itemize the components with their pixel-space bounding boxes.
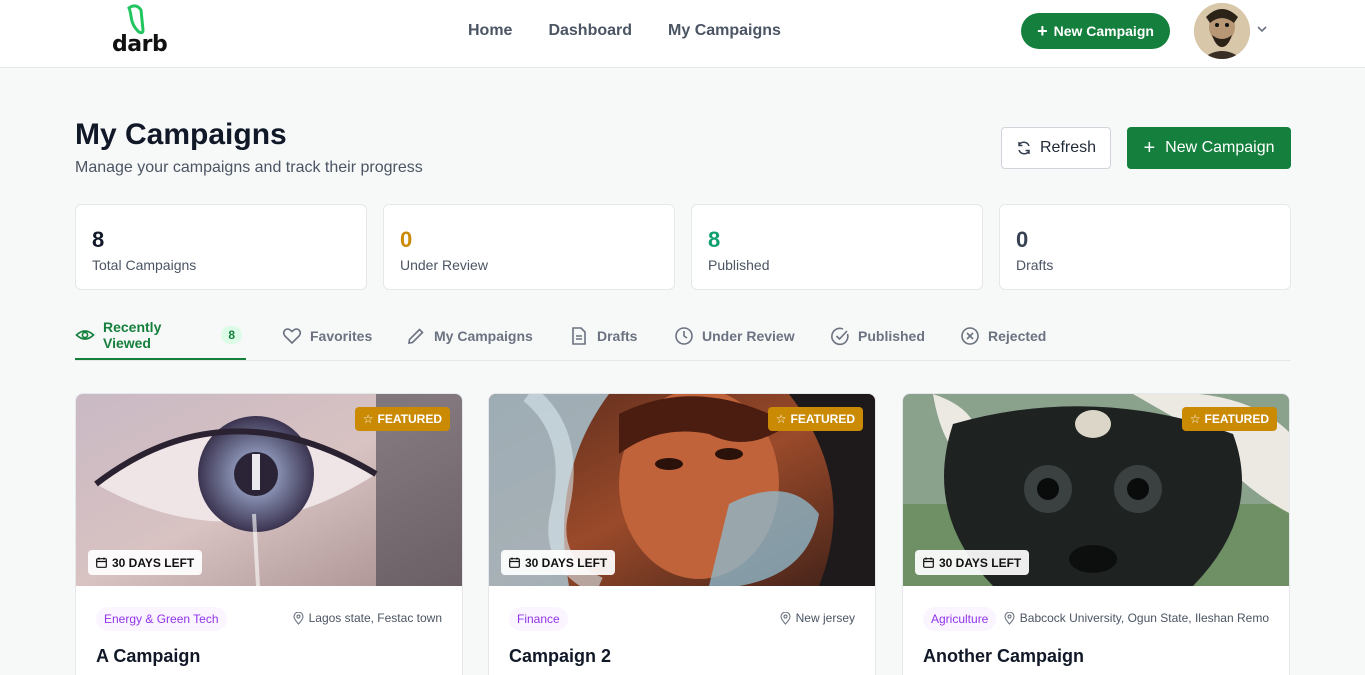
campaign-title[interactable]: A Campaign [96, 646, 200, 667]
pencil-icon [408, 328, 424, 344]
location: New jersey [780, 611, 855, 625]
location: Lagos state, Festac town [293, 611, 442, 625]
tab-label: Rejected [988, 328, 1047, 344]
calendar-icon [96, 557, 107, 568]
stat-label: Under Review [400, 257, 488, 273]
tab-label: Drafts [597, 328, 638, 344]
plus-icon: + [1037, 21, 1048, 41]
refresh-label: Refresh [1039, 139, 1097, 156]
stat-published: 8 Published [691, 204, 983, 290]
stat-value: 8 [708, 227, 721, 252]
header-new-campaign-label: New Campaign [1053, 23, 1154, 39]
featured-badge: ☆ FEATURED [354, 407, 450, 431]
user-avatar[interactable] [1194, 3, 1250, 59]
stat-label: Drafts [1016, 257, 1054, 273]
featured-badge: ☆ FEATURED [767, 407, 863, 431]
refresh-icon [1018, 141, 1030, 155]
stat-value: 0 [400, 227, 413, 252]
days-left-label: 30 DAYS LEFT [939, 555, 1022, 570]
featured-label: FEATURED [377, 412, 442, 426]
calendar-icon [509, 557, 520, 568]
nav-my-campaigns[interactable]: My Campaigns [668, 22, 781, 40]
days-left-badge: 30 DAYS LEFT [88, 550, 203, 575]
star-icon: ☆ [362, 412, 374, 426]
tab-label: Published [858, 328, 925, 344]
stat-label: Published [708, 257, 770, 273]
calendar-icon [923, 557, 934, 568]
stat-label: Total Campaigns [92, 257, 197, 273]
tab-my-campaigns[interactable]: My Campaigns [406, 312, 533, 360]
header-new-campaign-button[interactable]: + New Campaign [1021, 13, 1170, 49]
heart-icon [282, 328, 302, 345]
tab-label: My Campaigns [434, 328, 533, 344]
campaign-title[interactable]: Campaign 2 [509, 646, 611, 667]
document-icon [572, 327, 586, 345]
stat-under-review: 0 Under Review [383, 204, 675, 290]
category-tag[interactable]: Energy & Green Tech [96, 607, 227, 631]
stat-value: 0 [1016, 227, 1029, 252]
page-title: My Campaigns [75, 118, 287, 151]
new-campaign-label: New Campaign [1165, 139, 1275, 156]
stat-drafts: 0 Drafts [999, 204, 1291, 290]
star-icon: ☆ [775, 412, 787, 426]
location: Babcock University, Ogun State, Ileshan … [1004, 611, 1269, 625]
category-tag[interactable]: Agriculture [923, 607, 997, 631]
map-pin-icon [1004, 611, 1015, 625]
campaign-card[interactable]: ☆ FEATURED 30 DAYS LEFT Energy & Green T… [75, 393, 463, 675]
tab-count-badge: 8 [221, 326, 242, 344]
check-circle-icon [831, 327, 849, 346]
refresh-button[interactable]: Refresh [1001, 127, 1111, 169]
location-label: Lagos state, Festac town [308, 611, 442, 625]
tab-label: Favorites [310, 328, 373, 344]
stat-total-campaigns: 8 Total Campaigns [75, 204, 367, 290]
days-left-label: 30 DAYS LEFT [525, 555, 608, 570]
x-circle-icon [961, 327, 979, 345]
darb-logo[interactable]: darb [110, 4, 168, 57]
clock-icon [675, 327, 693, 345]
eye-icon [75, 330, 95, 340]
map-pin-icon [780, 611, 791, 625]
tab-under-review[interactable]: Under Review [674, 312, 795, 360]
star-icon: ☆ [1189, 412, 1201, 426]
plus-icon: + [1143, 137, 1156, 159]
campaign-title[interactable]: Another Campaign [923, 646, 1084, 667]
location-label: Babcock University, Ogun State, Ileshan … [1019, 611, 1269, 625]
campaign-card[interactable]: ☆ FEATURED 30 DAYS LEFT Finance New jers… [488, 393, 876, 675]
tab-label: Recently Viewed [103, 319, 162, 351]
avatar-image [1194, 3, 1250, 59]
map-pin-icon [293, 611, 304, 625]
tab-rejected[interactable]: Rejected [960, 312, 1046, 360]
new-campaign-button[interactable]: + New Campaign [1127, 127, 1291, 169]
location-label: New jersey [795, 611, 855, 625]
nav-home[interactable]: Home [468, 22, 512, 40]
tab-published[interactable]: Published [830, 312, 925, 360]
days-left-badge: 30 DAYS LEFT [501, 550, 616, 575]
logo-text: darb [112, 32, 168, 57]
days-left-label: 30 DAYS LEFT [112, 555, 195, 570]
tab-recently-viewed[interactable]: Recently Viewed 8 [75, 312, 246, 360]
campaign-card[interactable]: ☆ FEATURED 30 DAYS LEFT Agriculture Babc… [902, 393, 1290, 675]
campaign-tabs: Recently Viewed 8 Favorites My Campaigns… [75, 312, 1291, 361]
tab-label: Under Review [702, 328, 795, 344]
top-navbar: darb Home Dashboard My Campaigns + New C… [0, 0, 1365, 68]
tab-favorites[interactable]: Favorites [282, 312, 372, 360]
category-tag[interactable]: Finance [509, 607, 568, 631]
chevron-down-icon[interactable] [1256, 23, 1268, 35]
main-nav: Home Dashboard My Campaigns [468, 22, 781, 40]
featured-badge: ☆ FEATURED [1181, 407, 1277, 431]
stat-value: 8 [92, 227, 105, 252]
tab-drafts[interactable]: Drafts [569, 312, 637, 360]
featured-label: FEATURED [790, 412, 855, 426]
featured-label: FEATURED [1204, 412, 1269, 426]
nav-dashboard[interactable]: Dashboard [548, 22, 632, 40]
days-left-badge: 30 DAYS LEFT [915, 550, 1030, 575]
page-subtitle: Manage your campaigns and track their pr… [75, 159, 423, 176]
